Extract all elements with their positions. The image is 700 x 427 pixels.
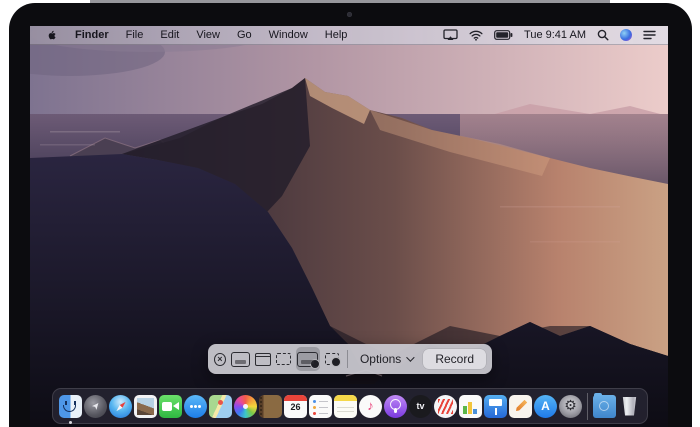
menu-bar-clock[interactable]: Tue 9:41 AM [524, 29, 586, 41]
dock: 26 ♪ tv A ⚙ [52, 388, 648, 424]
app-store-letter: A [534, 399, 557, 413]
menu-view[interactable]: View [196, 29, 220, 41]
trash-dock-icon[interactable] [618, 395, 641, 418]
wifi-icon[interactable] [469, 30, 483, 41]
tv-label: tv [409, 401, 432, 411]
menu-file[interactable]: File [126, 29, 144, 41]
calendar-day-number: 26 [284, 402, 307, 412]
contacts-dock-icon[interactable] [259, 395, 282, 418]
messages-dock-icon[interactable] [184, 395, 207, 418]
finder-dock-icon[interactable] [59, 395, 82, 418]
battery-icon[interactable] [494, 30, 513, 40]
running-indicator [69, 421, 72, 424]
system-preferences-dock-icon[interactable]: ⚙ [559, 395, 582, 418]
screenshot-toolbar: × Options Record [208, 344, 492, 374]
menu-go[interactable]: Go [237, 29, 252, 41]
gear-icon: ⚙ [559, 397, 582, 414]
pages-dock-icon[interactable] [509, 395, 532, 418]
record-entire-screen-icon [297, 352, 318, 367]
menu-window[interactable]: Window [269, 29, 308, 41]
app-store-dock-icon[interactable]: A [534, 395, 557, 418]
chevron-down-icon [406, 353, 414, 361]
desktop-screen: Finder File Edit View Go Window Help [30, 26, 668, 427]
laptop-mockup: Finder File Edit View Go Window Help [0, 0, 700, 427]
close-toolbar-button[interactable]: × [214, 353, 226, 366]
calendar-dock-icon[interactable]: 26 [284, 395, 307, 418]
keynote-dock-icon[interactable] [484, 395, 507, 418]
options-dropdown[interactable]: Options [356, 352, 416, 366]
notification-center-icon[interactable] [643, 30, 656, 40]
camera-dot [347, 12, 352, 17]
menu-bar: Finder File Edit View Go Window Help [30, 26, 668, 45]
record-selected-portion-button[interactable] [325, 353, 339, 365]
apple-menu[interactable] [46, 29, 58, 42]
capture-entire-screen-button[interactable] [231, 352, 250, 367]
toolbar-divider [347, 350, 348, 368]
maps-dock-icon[interactable] [209, 395, 232, 418]
launchpad-dock-icon[interactable] [84, 395, 107, 418]
spotlight-search-icon[interactable] [597, 29, 609, 41]
record-button[interactable]: Record [423, 349, 486, 369]
capture-selected-window-button[interactable] [255, 353, 271, 366]
downloads-folder-dock-icon[interactable] [593, 395, 616, 418]
podcasts-dock-icon[interactable] [384, 395, 407, 418]
menu-help[interactable]: Help [325, 29, 348, 41]
notes-dock-icon[interactable] [334, 395, 357, 418]
news-dock-icon[interactable] [434, 395, 457, 418]
options-label: Options [360, 352, 401, 366]
dock-separator [587, 393, 588, 420]
music-dock-icon[interactable]: ♪ [359, 395, 382, 418]
menu-finder[interactable]: Finder [75, 29, 109, 41]
record-entire-screen-button-selected[interactable] [296, 347, 320, 371]
safari-dock-icon[interactable] [109, 395, 132, 418]
music-note-glyph: ♪ [359, 398, 382, 414]
siri-icon[interactable] [620, 29, 632, 41]
menu-edit[interactable]: Edit [160, 29, 179, 41]
mail-dock-icon[interactable] [134, 395, 157, 418]
reminders-dock-icon[interactable] [309, 395, 332, 418]
apple-icon [46, 29, 58, 42]
numbers-dock-icon[interactable] [459, 395, 482, 418]
screen-mirroring-icon[interactable] [443, 29, 458, 41]
capture-selected-portion-button[interactable] [276, 353, 290, 365]
facetime-dock-icon[interactable] [159, 395, 182, 418]
apple-tv-dock-icon[interactable]: tv [409, 395, 432, 418]
photos-dock-icon[interactable] [234, 395, 257, 418]
